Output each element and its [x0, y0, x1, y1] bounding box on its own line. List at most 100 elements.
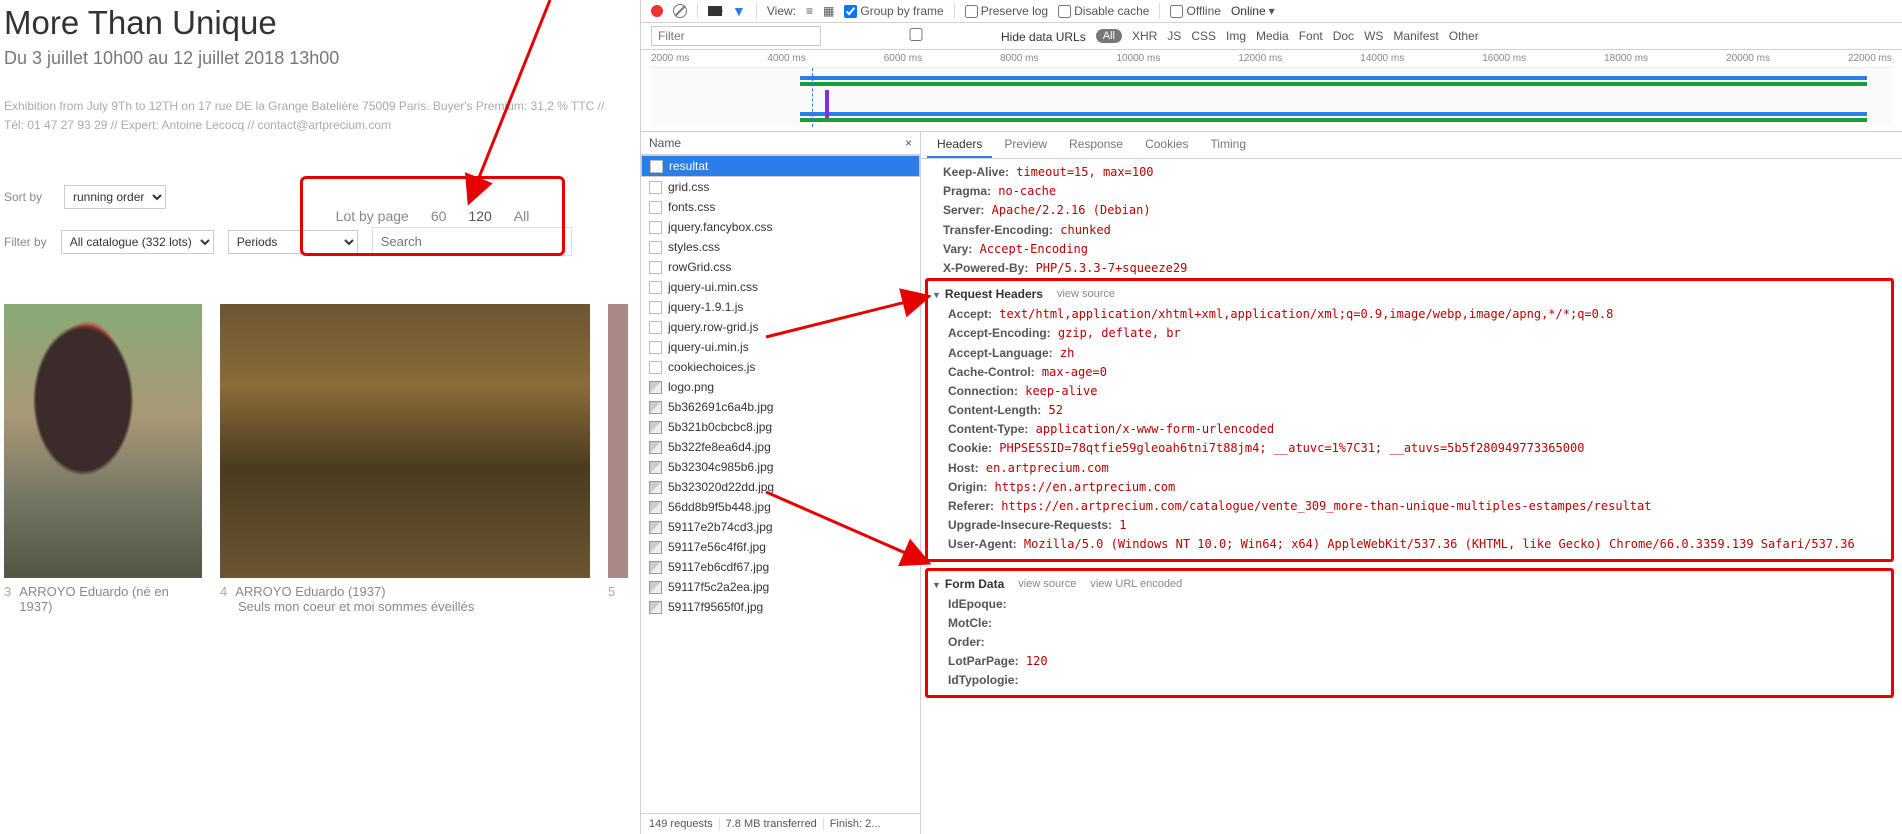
close-icon[interactable]: ×	[905, 136, 912, 150]
offline-checkbox[interactable]: Offline	[1170, 4, 1220, 18]
tab-headers[interactable]: Headers	[927, 132, 992, 158]
header-key: Connection:	[948, 384, 1018, 398]
type-media[interactable]: Media	[1256, 29, 1289, 43]
disable-cache-checkbox[interactable]: Disable cache	[1058, 4, 1149, 18]
tab-timing[interactable]: Timing	[1200, 132, 1256, 158]
request-item[interactable]: 59117e2b74cd3.jpg	[641, 517, 920, 537]
lot-label: Lot by page	[336, 208, 409, 224]
header-value: https://en.artprecium.com/catalogue/vent…	[994, 499, 1651, 513]
type-ws[interactable]: WS	[1364, 29, 1383, 43]
filter-input[interactable]	[651, 26, 821, 46]
gallery: 3ARROYO Eduardo (né en 1937) 4ARROYO Edu…	[4, 304, 634, 614]
request-item[interactable]: 59117eb6cdf67.jpg	[641, 557, 920, 577]
request-item[interactable]: 59117f5c2a2ea.jpg	[641, 577, 920, 597]
throttle-select[interactable]: Online	[1231, 4, 1275, 18]
type-xhr[interactable]: XHR	[1132, 29, 1157, 43]
header-key: IdEpoque:	[948, 597, 1007, 611]
request-item[interactable]: 5b323020d22dd.jpg	[641, 477, 920, 497]
card-3[interactable]: 3ARROYO Eduardo (né en 1937)	[4, 304, 202, 614]
file-icon	[649, 201, 662, 214]
request-item[interactable]: 56dd8b9f5b448.jpg	[641, 497, 920, 517]
view-source-link-2[interactable]: view source	[1018, 578, 1076, 590]
type-other[interactable]: Other	[1449, 29, 1479, 43]
request-item[interactable]: grid.css	[641, 177, 920, 197]
request-name: jquery-1.9.1.js	[668, 300, 743, 314]
timeline[interactable]: 2000 ms 4000 ms 6000 ms 8000 ms 10000 ms…	[641, 50, 1902, 132]
request-item[interactable]: 59117e56c4f6f.jpg	[641, 537, 920, 557]
request-item[interactable]: jquery-ui.min.css	[641, 277, 920, 297]
header-value: no-cache	[991, 184, 1056, 198]
view-list-icon[interactable]: ≡	[806, 4, 813, 18]
lot-60[interactable]: 60	[431, 208, 447, 224]
request-item[interactable]: rowGrid.css	[641, 257, 920, 277]
header-value: 1	[1112, 518, 1126, 532]
image-file-icon	[649, 561, 662, 574]
card-5[interactable]: 5	[608, 304, 628, 614]
record-icon[interactable]	[651, 5, 663, 17]
request-item[interactable]: 5b362691c6a4b.jpg	[641, 397, 920, 417]
request-item[interactable]: 5b32304c985b6.jpg	[641, 457, 920, 477]
request-headers-box: Request Headers view source Accept: text…	[925, 278, 1894, 561]
file-icon	[650, 160, 663, 173]
request-item[interactable]: 5b321b0cbcbc8.jpg	[641, 417, 920, 437]
filter-label: Filter by	[4, 235, 47, 249]
file-icon	[649, 281, 662, 294]
tab-response[interactable]: Response	[1059, 132, 1133, 158]
request-item[interactable]: 59117f9565f0f.jpg	[641, 597, 920, 617]
file-icon	[649, 361, 662, 374]
request-item[interactable]: styles.css	[641, 237, 920, 257]
filter-icon[interactable]: ▼	[732, 3, 746, 19]
header-key: Pragma:	[943, 184, 991, 198]
lot-all[interactable]: All	[514, 208, 530, 224]
request-name: fonts.css	[668, 200, 715, 214]
name-column[interactable]: Name	[649, 136, 681, 150]
lot-120[interactable]: 120	[468, 208, 491, 224]
request-item[interactable]: 5b322fe8ea6d4.jpg	[641, 437, 920, 457]
tab-preview[interactable]: Preview	[994, 132, 1057, 158]
request-item[interactable]: jquery-ui.min.js	[641, 337, 920, 357]
type-js[interactable]: JS	[1167, 29, 1181, 43]
request-name: 59117f5c2a2ea.jpg	[668, 580, 769, 594]
request-item[interactable]: cookiechoices.js	[641, 357, 920, 377]
header-key: Upgrade-Insecure-Requests:	[948, 518, 1112, 532]
preserve-log-checkbox[interactable]: Preserve log	[965, 4, 1048, 18]
request-headers-toggle[interactable]: Request Headers	[932, 287, 1043, 301]
file-icon	[649, 341, 662, 354]
clear-icon[interactable]	[673, 4, 687, 18]
request-name: grid.css	[668, 180, 709, 194]
view-url-encoded-link[interactable]: view URL encoded	[1090, 578, 1182, 590]
view-grid-icon[interactable]: ▦	[823, 4, 834, 18]
request-item[interactable]: jquery.fancybox.css	[641, 217, 920, 237]
form-data-toggle[interactable]: Form Data	[932, 577, 1004, 591]
tab-cookies[interactable]: Cookies	[1135, 132, 1198, 158]
request-item[interactable]: fonts.css	[641, 197, 920, 217]
group-by-frame-checkbox[interactable]: Group by frame	[844, 4, 943, 18]
type-doc[interactable]: Doc	[1333, 29, 1354, 43]
screenshot-icon[interactable]	[708, 6, 722, 16]
header-value: application/x-www-form-urlencoded	[1028, 422, 1274, 436]
request-item[interactable]: logo.png	[641, 377, 920, 397]
image-file-icon	[649, 501, 662, 514]
request-item[interactable]: jquery.row-grid.js	[641, 317, 920, 337]
type-all[interactable]: All	[1096, 29, 1122, 43]
sort-select[interactable]: running order	[64, 185, 166, 209]
image-file-icon	[649, 401, 662, 414]
filter-catalogue-select[interactable]: All catalogue (332 lots)	[61, 230, 214, 254]
type-img[interactable]: Img	[1226, 29, 1246, 43]
header-key: Cookie:	[948, 441, 992, 455]
header-value: PHP/5.3.3-7+squeeze29	[1028, 261, 1187, 275]
type-css[interactable]: CSS	[1191, 29, 1216, 43]
request-name: resultat	[669, 159, 708, 173]
type-font[interactable]: Font	[1299, 29, 1323, 43]
type-manifest[interactable]: Manifest	[1393, 29, 1438, 43]
image-file-icon	[649, 521, 662, 534]
request-item[interactable]: jquery-1.9.1.js	[641, 297, 920, 317]
view-source-link[interactable]: view source	[1057, 288, 1115, 300]
header-value: PHPSESSID=78qtfie59gleoah6tni7t88jm4; __…	[992, 441, 1584, 455]
page-subtitle: Du 3 juillet 10h00 au 12 juillet 2018 13…	[4, 48, 634, 69]
request-item[interactable]: resultat	[641, 155, 920, 177]
request-name: styles.css	[668, 240, 720, 254]
devtools-pane: ▼ View: ≡ ▦ Group by frame Preserve log …	[640, 0, 1902, 834]
hide-data-urls-checkbox[interactable]: Hide data URLs	[831, 28, 1086, 44]
card-4[interactable]: 4ARROYO Eduardo (1937) Seuls mon coeur e…	[220, 304, 590, 614]
